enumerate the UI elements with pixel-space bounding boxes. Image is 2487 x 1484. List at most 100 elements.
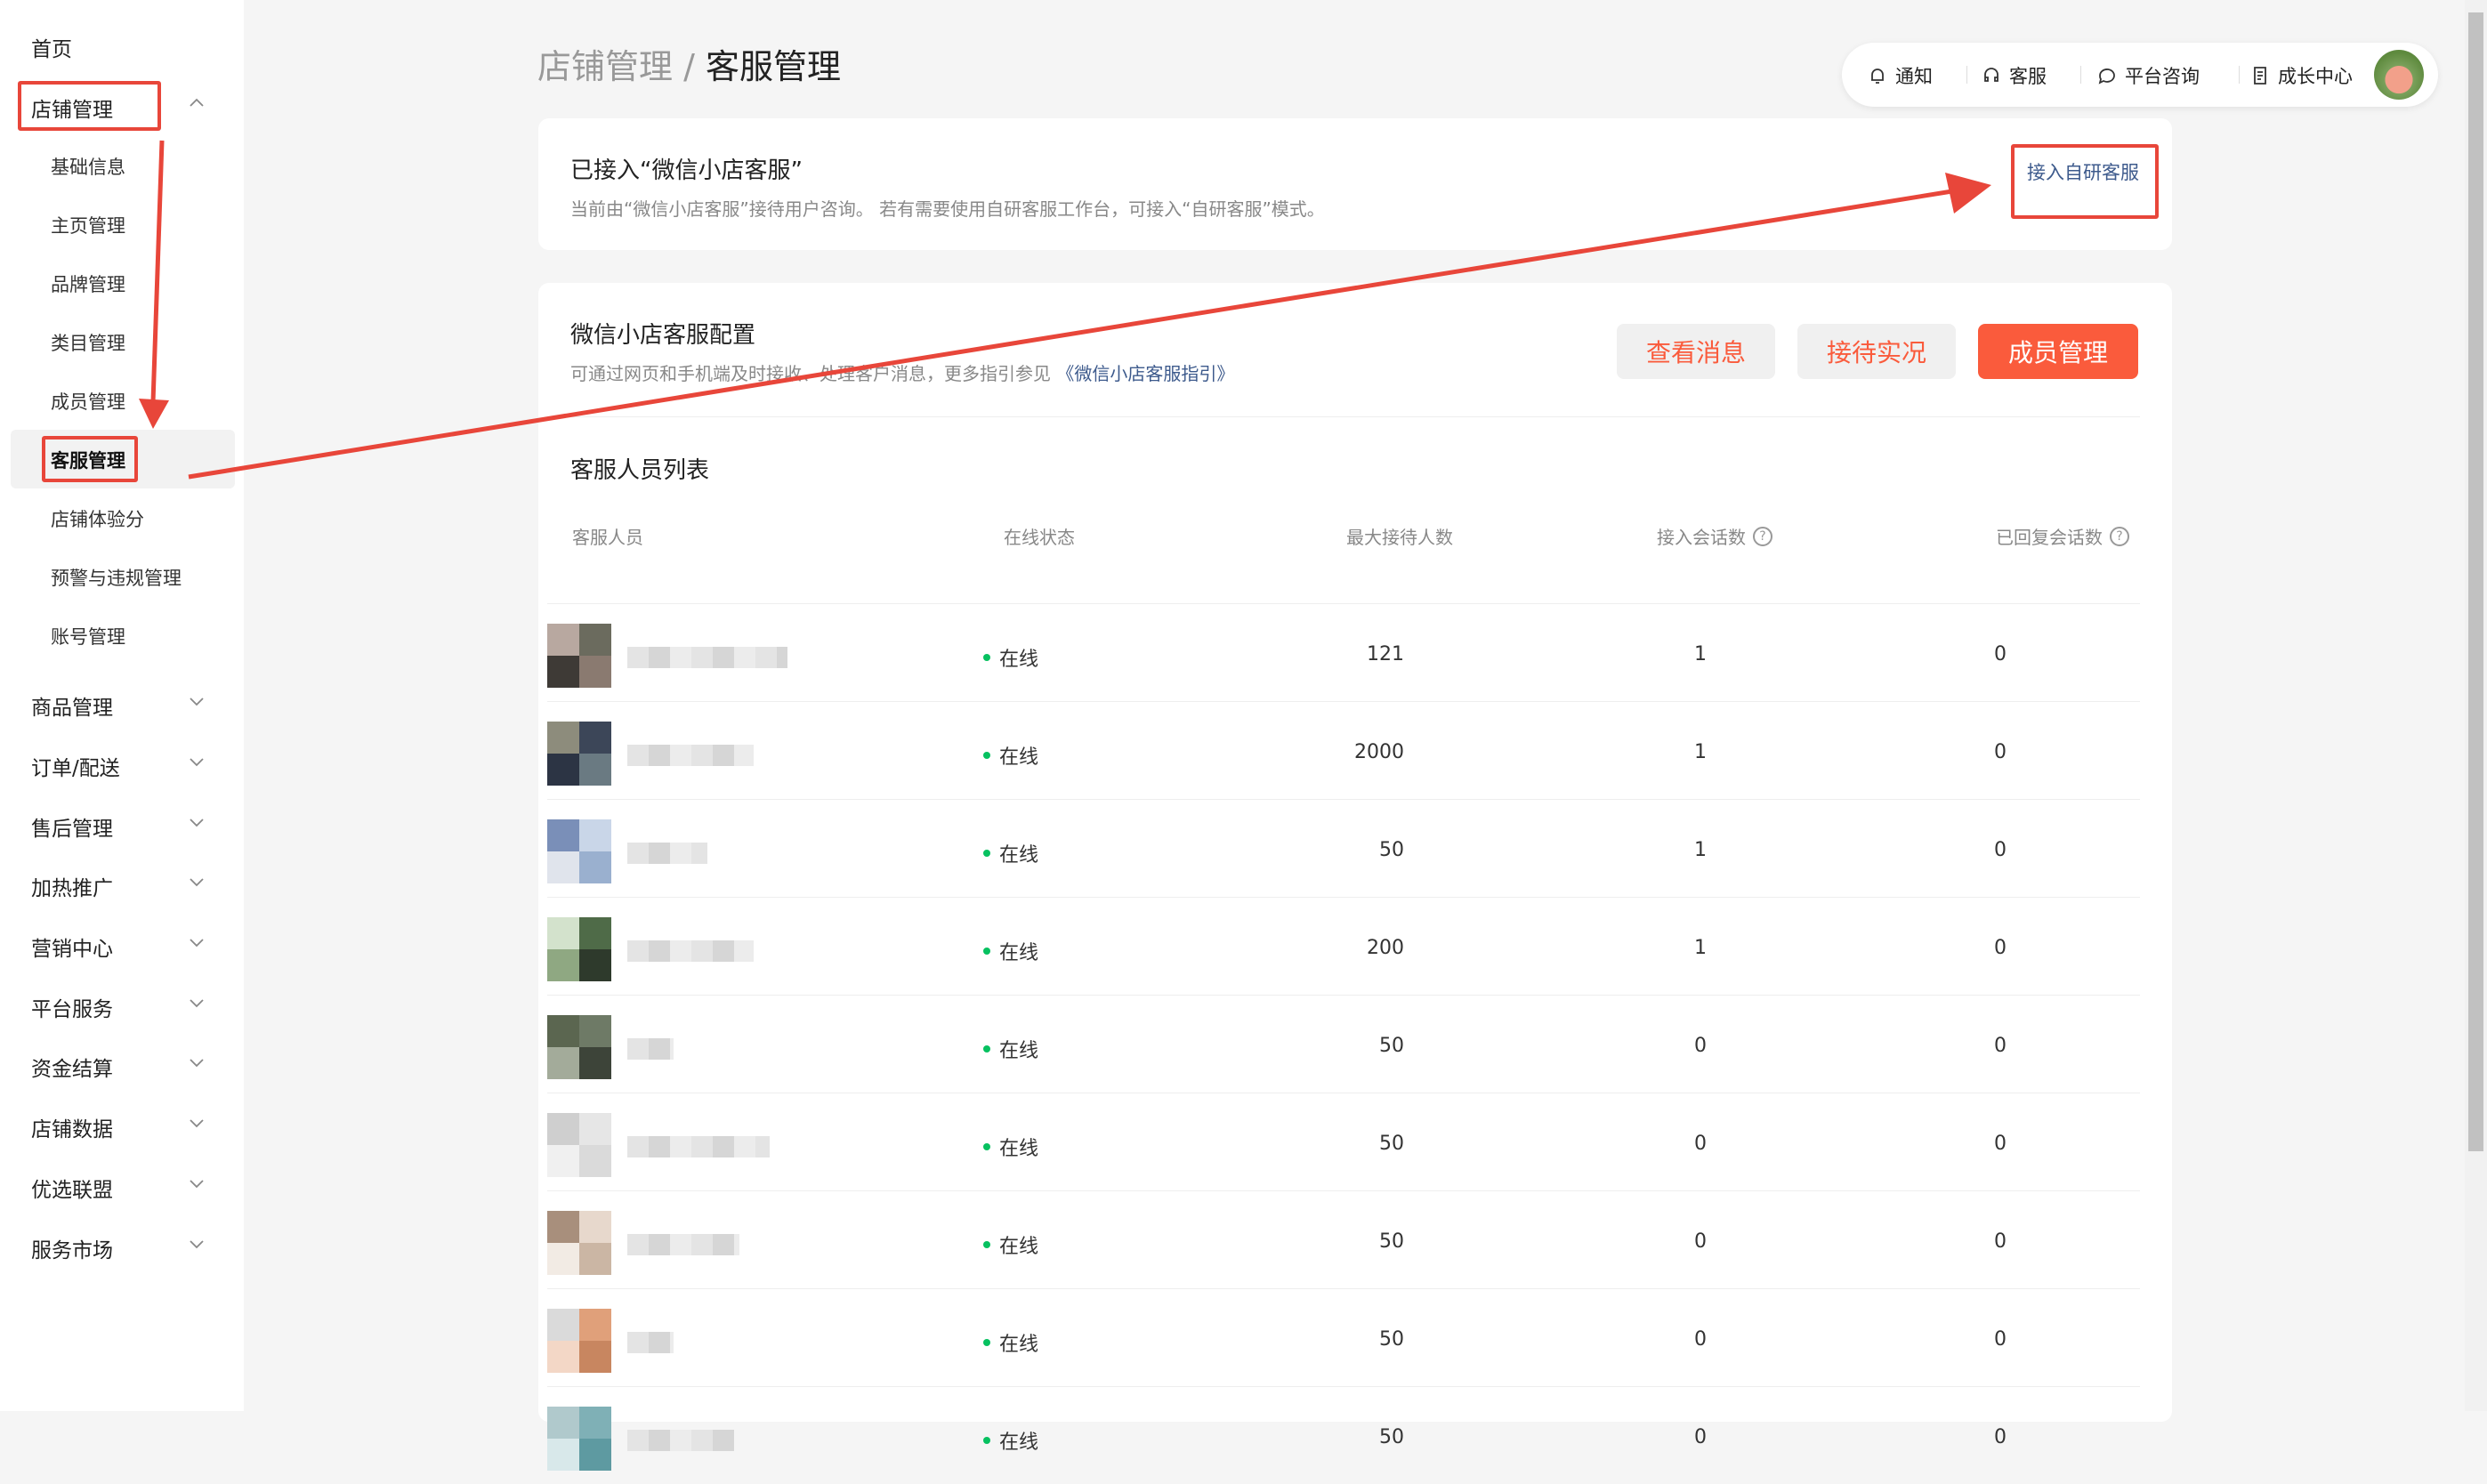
breadcrumb: 店铺管理 / 客服管理 bbox=[537, 39, 841, 88]
column-header-label: 在线状态 bbox=[1004, 527, 1075, 548]
chevron-down-icon bbox=[190, 939, 204, 948]
service-button[interactable]: 客服 bbox=[1981, 62, 2047, 89]
column-header-label: 客服人员 bbox=[572, 527, 643, 548]
cell-max: 50 bbox=[1379, 839, 1404, 861]
online-status: 在线 bbox=[983, 741, 1038, 770]
sidebar-label: 资金结算 bbox=[31, 1058, 113, 1081]
sidebar-label: 商品管理 bbox=[31, 697, 113, 720]
divider bbox=[570, 416, 2140, 417]
cell-sessions: 0 bbox=[1694, 1035, 1707, 1057]
annotation-box-connect bbox=[2011, 144, 2159, 219]
staff-avatar bbox=[547, 917, 611, 981]
status-text: 在线 bbox=[999, 1334, 1039, 1356]
table-row: 在线 200 1 0 bbox=[547, 897, 2140, 995]
status-text: 在线 bbox=[999, 746, 1039, 769]
sidebar-label: 加热推广 bbox=[31, 877, 113, 900]
annotation-box-customer-service bbox=[42, 436, 138, 482]
online-status: 在线 bbox=[983, 839, 1038, 867]
integration-title: 已接入“微信小店客服” bbox=[570, 157, 803, 184]
notify-button[interactable]: 通知 bbox=[1867, 62, 1933, 89]
chevron-down-icon bbox=[190, 878, 204, 887]
staff-avatar bbox=[547, 1015, 611, 1079]
page-title: 客服管理 bbox=[706, 47, 842, 86]
sidebar-label: 营销中心 bbox=[31, 938, 113, 961]
sidebar-item-brand[interactable]: 品牌管理 bbox=[51, 270, 125, 297]
column-header-max: 最大接待人数 bbox=[1346, 523, 1453, 549]
staff-name-blurred bbox=[627, 1332, 674, 1353]
status-dot-icon bbox=[983, 1241, 990, 1248]
sidebar-item-account[interactable]: 账号管理 bbox=[51, 623, 125, 649]
online-status: 在线 bbox=[983, 1035, 1038, 1063]
service-config-card: 微信小店客服配置 可通过网页和手机端及时接收、处理客户消息，更多指引参见 《微信… bbox=[538, 283, 2172, 1471]
sidebar-item-category[interactable]: 类目管理 bbox=[51, 329, 125, 356]
sidebar-item-homepage[interactable]: 主页管理 bbox=[51, 212, 125, 238]
staff-avatar bbox=[547, 819, 611, 883]
staff-name-blurred bbox=[627, 940, 754, 962]
chevron-down-icon bbox=[190, 1059, 204, 1068]
cell-max: 50 bbox=[1379, 1328, 1404, 1351]
view-messages-button[interactable]: 查看消息 bbox=[1617, 324, 1775, 379]
table-row: 在线 50 0 0 bbox=[547, 1190, 2140, 1288]
avatar[interactable] bbox=[2374, 50, 2424, 100]
sidebar-label: 首页 bbox=[31, 38, 72, 61]
column-header-label: 已回复会话数 bbox=[1996, 527, 2103, 548]
online-status: 在线 bbox=[983, 937, 1038, 965]
cell-sessions: 1 bbox=[1694, 643, 1707, 665]
sidebar-item-warnings[interactable]: 预警与违规管理 bbox=[51, 564, 182, 591]
staff-avatar bbox=[547, 624, 611, 688]
cell-replied: 0 bbox=[1994, 741, 2007, 763]
staff-name-blurred bbox=[627, 1038, 674, 1060]
bell-icon bbox=[1871, 69, 1884, 84]
status-text: 在线 bbox=[999, 844, 1039, 867]
growth-center-button[interactable]: 成长中心 bbox=[2249, 62, 2353, 89]
chevron-down-icon bbox=[190, 1240, 204, 1249]
member-management-button[interactable]: 成员管理 bbox=[1978, 324, 2138, 379]
annotation-box-store-mgmt bbox=[18, 81, 161, 131]
growth-center-label: 成长中心 bbox=[2278, 66, 2353, 87]
status-dot-icon bbox=[983, 654, 990, 661]
staff-avatar bbox=[547, 722, 611, 786]
cell-max: 50 bbox=[1379, 1035, 1404, 1057]
table-row: 在线 50 0 0 bbox=[547, 995, 2140, 1093]
help-icon[interactable]: ? bbox=[1753, 526, 1772, 546]
staff-name-blurred bbox=[627, 1136, 770, 1157]
consult-label: 平台咨询 bbox=[2125, 66, 2200, 87]
chevron-down-icon bbox=[190, 1180, 204, 1189]
cell-max: 200 bbox=[1367, 937, 1404, 959]
cell-sessions: 0 bbox=[1694, 1426, 1707, 1448]
status-text: 在线 bbox=[999, 942, 1039, 964]
table-row: 在线 50 1 0 bbox=[547, 799, 2140, 897]
scrollbar-thumb[interactable] bbox=[2468, 12, 2483, 1151]
cell-max: 50 bbox=[1379, 1133, 1404, 1155]
consult-button[interactable]: 平台咨询 bbox=[2096, 62, 2200, 89]
cell-replied: 0 bbox=[1994, 1426, 2007, 1448]
status-dot-icon bbox=[983, 1143, 990, 1150]
guide-link[interactable]: 《微信小店客服指引》 bbox=[1056, 363, 1234, 384]
staff-name-blurred bbox=[627, 745, 754, 766]
status-text: 在线 bbox=[999, 1040, 1039, 1062]
live-reception-button[interactable]: 接待实况 bbox=[1797, 324, 1956, 379]
column-header-label: 接入会话数 bbox=[1657, 527, 1746, 548]
cell-max: 2000 bbox=[1354, 741, 1404, 763]
cell-max: 50 bbox=[1379, 1426, 1404, 1448]
cell-sessions: 1 bbox=[1694, 937, 1707, 959]
cell-replied: 0 bbox=[1994, 839, 2007, 861]
headset-icon bbox=[1984, 68, 1998, 82]
sidebar-item-experience-score[interactable]: 店铺体验分 bbox=[51, 505, 144, 532]
cell-replied: 0 bbox=[1994, 1035, 2007, 1057]
sidebar-label: 店铺数据 bbox=[31, 1118, 113, 1141]
staff-avatar bbox=[547, 1407, 611, 1471]
help-icon[interactable]: ? bbox=[2110, 526, 2129, 546]
sidebar-item-basic-info[interactable]: 基础信息 bbox=[51, 153, 125, 180]
table-row: 在线 50 0 0 bbox=[547, 1288, 2140, 1386]
chevron-down-icon bbox=[190, 698, 204, 706]
integration-desc: 当前由“微信小店客服”接待用户咨询。 若有需要使用自研客服工作台，可接入“自研客… bbox=[570, 198, 1325, 220]
status-dot-icon bbox=[983, 1339, 990, 1346]
cell-replied: 0 bbox=[1994, 937, 2007, 959]
breadcrumb-parent[interactable]: 店铺管理 bbox=[537, 47, 673, 86]
sidebar-item-members[interactable]: 成员管理 bbox=[51, 388, 125, 415]
chevron-down-icon bbox=[190, 999, 204, 1008]
document-icon bbox=[2254, 67, 2266, 85]
config-desc-text: 可通过网页和手机端及时接收、处理客户消息，更多指引参见 bbox=[570, 363, 1051, 384]
online-status: 在线 bbox=[983, 1230, 1038, 1259]
